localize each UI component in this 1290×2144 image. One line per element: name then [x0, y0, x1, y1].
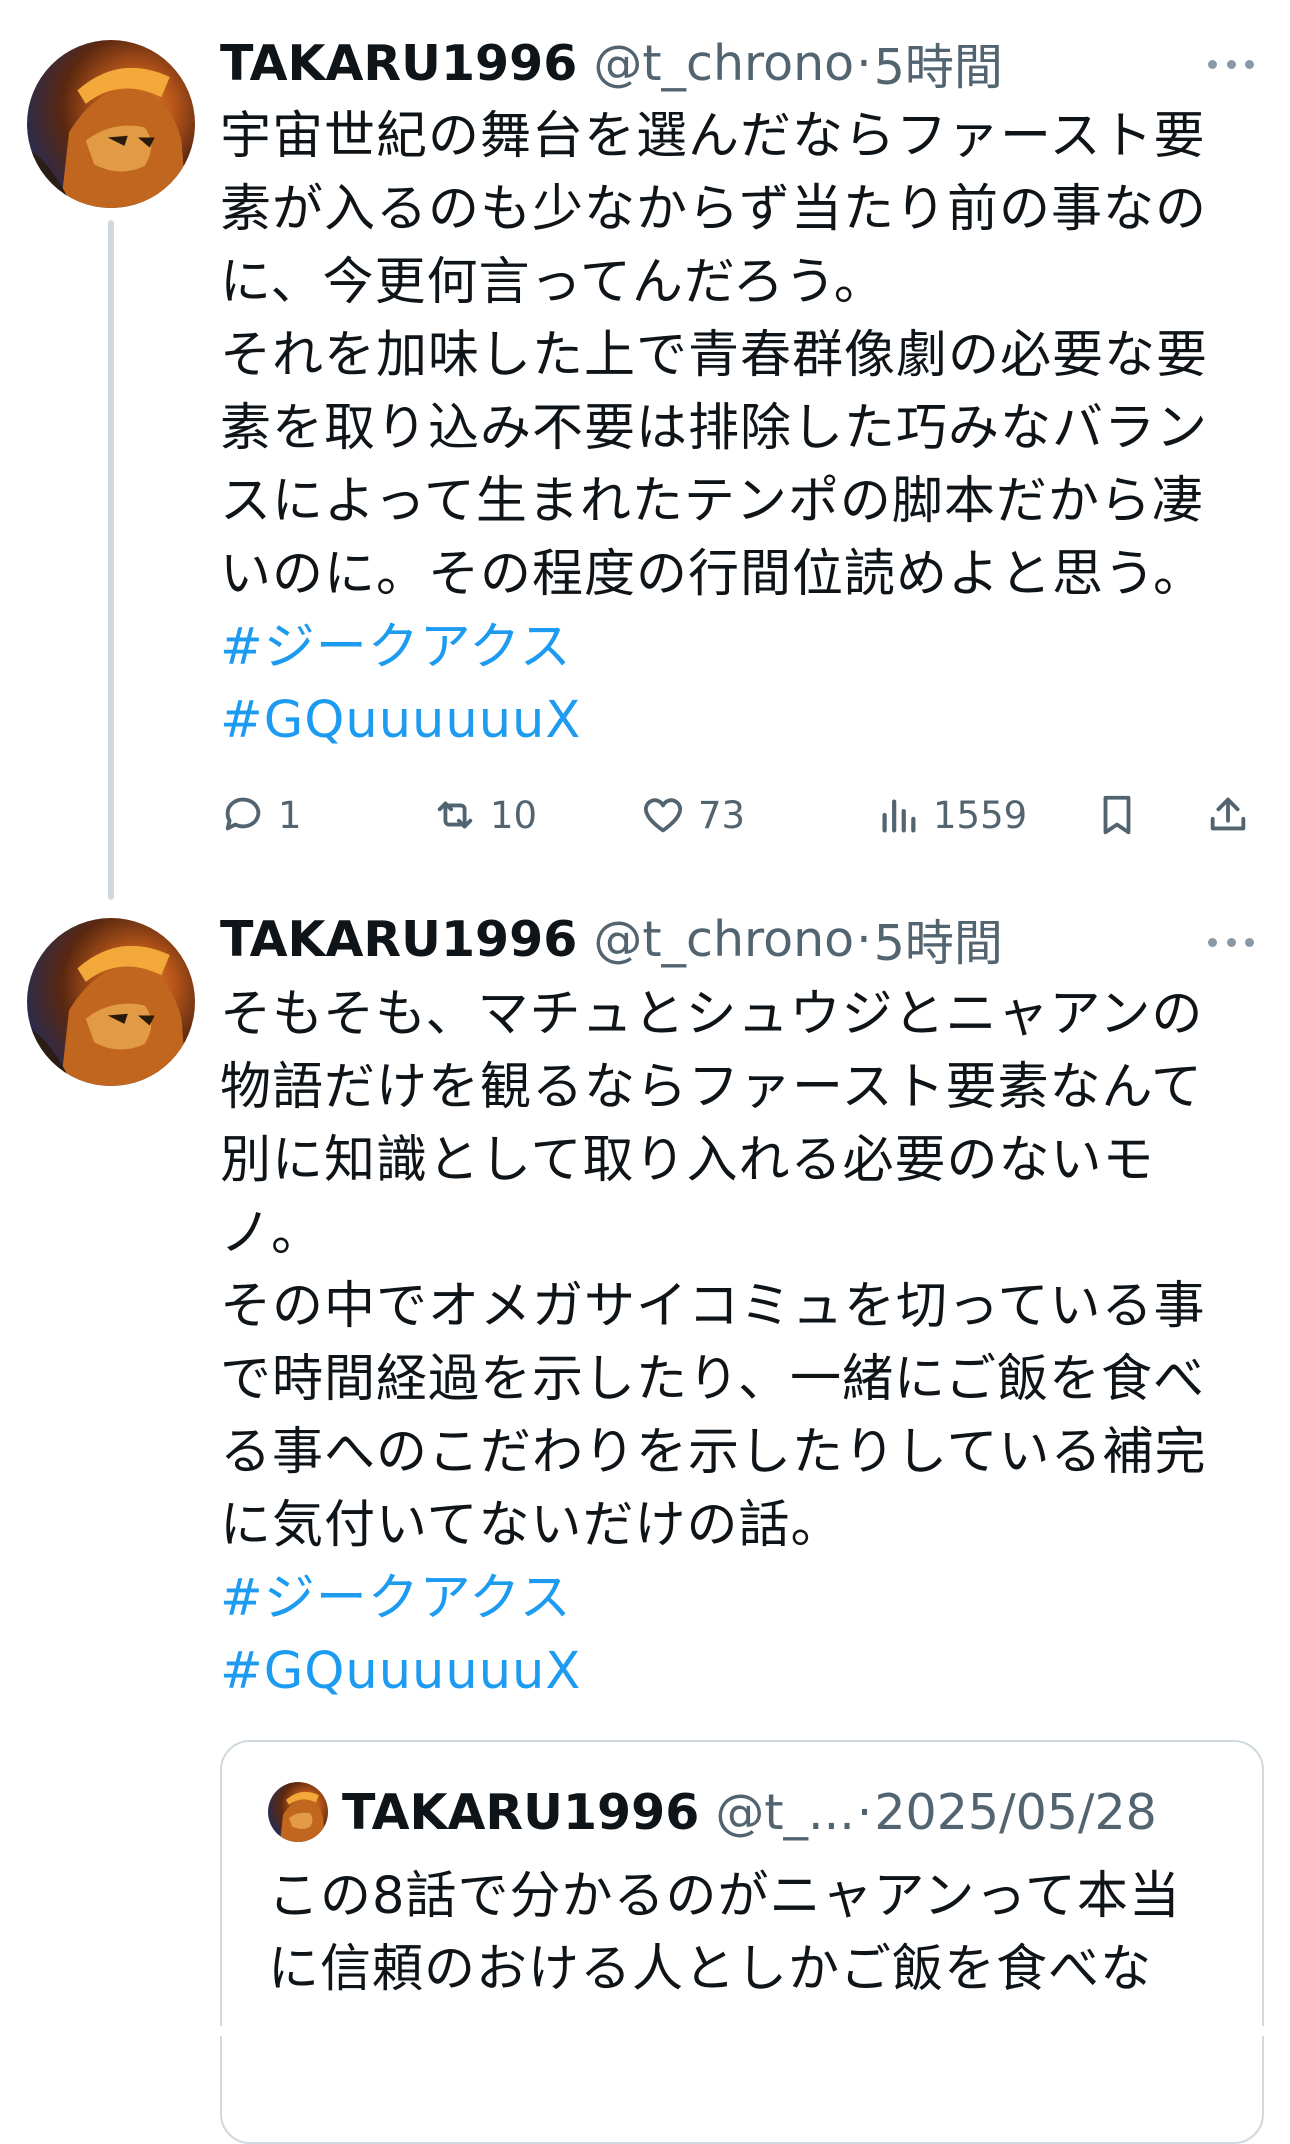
text-line: ノ。 — [220, 1204, 323, 1263]
heart-icon — [640, 792, 686, 838]
author-name[interactable]: TAKARU1996 — [220, 911, 577, 968]
timestamp[interactable]: 5時間 — [874, 28, 1003, 99]
text-line: 素が入るのも少なからず当たり前の事なの — [220, 180, 1207, 239]
views-button[interactable]: 1559 — [875, 780, 1027, 850]
hashtag-link[interactable]: #ジークアクス — [220, 1562, 1240, 1635]
author-name[interactable]: TAKARU1996 — [220, 35, 577, 92]
text-line: 宇宙世紀の舞台を選んだならファースト要 — [220, 107, 1206, 166]
text-line: その中でオメガサイコミュを切っている事 — [220, 1277, 1206, 1336]
tweet-header: TAKARU1996 @t_chrono · 5時間 — [220, 28, 1003, 98]
like-button[interactable]: 73 — [640, 780, 745, 850]
share-button[interactable] — [1205, 780, 1251, 850]
text-line: この8話で分かるのがニャアンって本当 — [268, 1867, 1181, 1926]
separator: · — [856, 910, 872, 968]
text-line: そもそも、マチュとシュウジとニャアンの — [220, 985, 1204, 1044]
reply-count: 1 — [278, 793, 302, 837]
thread-line — [108, 220, 114, 900]
hashtag-link[interactable]: #ジークアクス — [220, 611, 1240, 684]
action-bar: 1 10 73 1559 — [220, 780, 1260, 850]
bookmark-button[interactable] — [1094, 780, 1140, 850]
text-line: に信頼のおける人としかご飯を食べな — [268, 1940, 1153, 1999]
author-handle[interactable]: @t_chrono — [593, 911, 854, 968]
tweet-text: 宇宙世紀の舞台を選んだならファースト要 素が入るのも少なからず当たり前の事なの … — [220, 100, 1240, 757]
bookmark-icon — [1094, 792, 1140, 838]
text-line: 別に知識として取り入れる必要のないモ — [220, 1131, 1155, 1190]
hashtag-link[interactable]: #GQuuuuuuX — [220, 684, 1240, 757]
text-line: る事へのこだわりを示したりしている補完 — [220, 1423, 1207, 1482]
quote-author-handle: @t_... — [715, 1783, 855, 1841]
tweet-text: そもそも、マチュとシュウジとニャアンの 物語だけを観るならファースト要素なんて … — [220, 978, 1240, 1708]
quoted-tweet[interactable]: TAKARU1996 @t_... · 2025/05/28 この8話で分かるの… — [220, 1740, 1264, 2144]
quote-text: この8話で分かるのがニャアンって本当 に信頼のおける人としかご飯を食べな — [268, 1860, 1228, 2006]
text-line: いのに。その程度の行間位読めよと思う。 — [220, 545, 1205, 604]
timestamp[interactable]: 5時間 — [874, 904, 1003, 975]
views-count: 1559 — [933, 793, 1028, 837]
text-line: スによって生まれたテンポの脚本だから凄 — [220, 472, 1204, 531]
quote-date: 2025/05/28 — [874, 1783, 1157, 1841]
separator: · — [856, 34, 872, 92]
reply-icon — [220, 792, 266, 838]
text-line: に、今更何言ってんだろう。 — [220, 253, 886, 312]
text-line: 素を取り込み不要は排除した巧みなバラン — [220, 399, 1209, 458]
quote-avatar — [268, 1782, 328, 1842]
text-line: それを加味した上で青春群像劇の必要な要 — [220, 326, 1209, 385]
text-line: 物語だけを観るならファースト要素なんて — [220, 1058, 1203, 1117]
avatar[interactable] — [27, 40, 195, 208]
bottom-edge — [0, 2026, 1290, 2036]
more-icon[interactable] — [1208, 44, 1254, 84]
quote-header: TAKARU1996 @t_... · 2025/05/28 — [268, 1782, 1157, 1842]
more-icon[interactable] — [1208, 922, 1254, 962]
repost-icon — [432, 792, 478, 838]
like-count: 73 — [698, 793, 746, 837]
quote-author-name: TAKARU1996 — [342, 1783, 700, 1841]
author-handle[interactable]: @t_chrono — [593, 35, 854, 92]
views-icon — [875, 792, 921, 838]
tweet-header: TAKARU1996 @t_chrono · 5時間 — [220, 904, 1003, 974]
share-icon — [1205, 792, 1251, 838]
text-line: で時間経過を示したり、一緒にご飯を食べ — [220, 1350, 1205, 1409]
hashtag-link[interactable]: #GQuuuuuuX — [220, 1635, 1240, 1708]
separator: · — [856, 1783, 873, 1841]
repost-button[interactable]: 10 — [432, 780, 537, 850]
repost-count: 10 — [490, 793, 538, 837]
text-line: に気付いてないだけの話。 — [220, 1496, 843, 1555]
reply-button[interactable]: 1 — [220, 780, 302, 850]
avatar[interactable] — [27, 918, 195, 1086]
